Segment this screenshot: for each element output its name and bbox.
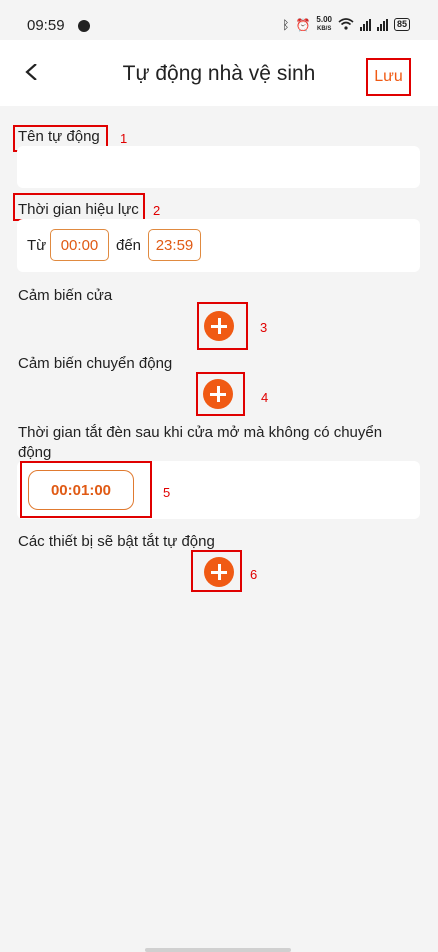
annotation-number-2: 2 — [153, 203, 161, 218]
status-time: 09:59 — [27, 17, 65, 34]
signal-icon-2 — [376, 18, 388, 31]
messenger-icon — [78, 20, 90, 32]
validity-label: Thời gian hiệu lực — [18, 201, 139, 218]
to-label: đến — [116, 237, 142, 254]
alarm-icon: ⏰ — [295, 17, 311, 32]
annotation-number-1: 1 — [120, 131, 128, 146]
from-time-button[interactable]: 00:00 — [50, 229, 109, 261]
light-off-label: Thời gian tắt đèn sau khi cửa mở mà khôn… — [18, 424, 383, 461]
annotation-number-4: 4 — [261, 390, 269, 405]
name-input[interactable] — [17, 146, 420, 188]
annotation-number-6: 6 — [250, 567, 258, 582]
add-motion-sensor-button[interactable] — [203, 379, 233, 409]
light-off-duration-button[interactable]: 00:01:00 — [28, 470, 134, 510]
home-indicator — [145, 948, 291, 952]
door-sensor-label: Cảm biến cửa — [18, 287, 113, 304]
save-button[interactable]: Lưu — [366, 58, 411, 96]
devices-label: Các thiết bị sẽ bật tắt tự động — [18, 533, 215, 550]
bluetooth-icon: ᛒ — [282, 17, 290, 32]
status-icons: ᛒ ⏰ 5.00 KB/S 85 — [282, 16, 410, 33]
to-time-button[interactable]: 23:59 — [148, 229, 201, 261]
annotation-number-3: 3 — [260, 320, 268, 335]
add-device-button[interactable] — [204, 557, 234, 587]
status-bar: 09:59 ᛒ ⏰ 5.00 KB/S 85 — [0, 0, 438, 40]
signal-icon — [359, 18, 371, 31]
wifi-icon — [338, 17, 354, 32]
annotation-number-5: 5 — [163, 485, 171, 500]
add-door-sensor-button[interactable] — [204, 311, 234, 341]
network-speed: 5.00 KB/S — [316, 15, 332, 33]
from-label: Từ — [27, 237, 47, 254]
motion-sensor-label: Cảm biến chuyển động — [18, 355, 173, 372]
validity-card: Từ 00:00 đến 23:59 — [17, 219, 420, 272]
name-label: Tên tự động — [18, 128, 100, 145]
battery-icon: 85 — [393, 18, 410, 31]
